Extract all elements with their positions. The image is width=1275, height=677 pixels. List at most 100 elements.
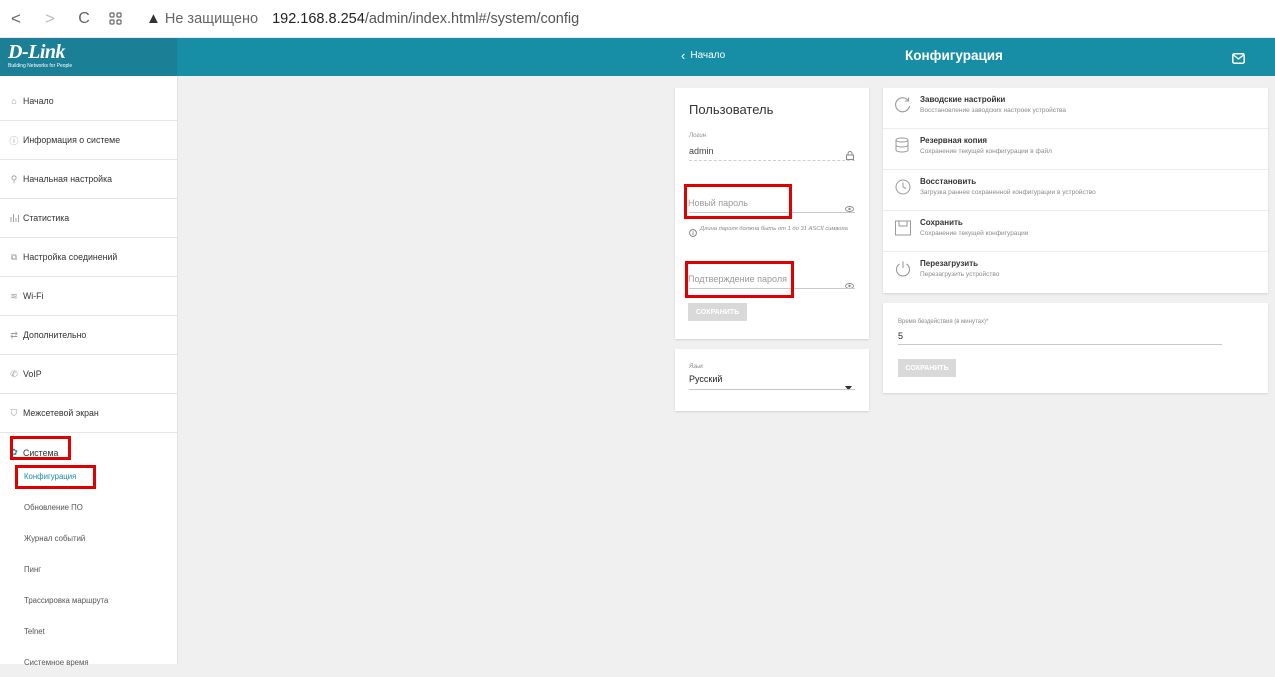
sidebar-item-statistics[interactable]: Статистика	[0, 199, 177, 238]
sidebar-subitem-configuration[interactable]: Конфигурация	[0, 461, 177, 491]
action-title: Заводские настройки	[920, 95, 1006, 104]
new-password-underline	[689, 212, 855, 213]
eye-icon[interactable]	[845, 276, 854, 294]
sidebar-item-system-info[interactable]: ⓘ Информация о системе	[0, 121, 177, 160]
sidebar-item-label: Начальная настройка	[23, 174, 113, 184]
sidebar-subitem-event-log[interactable]: Журнал событий	[0, 523, 177, 553]
idle-timeout-underline	[898, 344, 1222, 345]
sidebar-subitem-traceroute[interactable]: Трассировка маршрута	[0, 585, 177, 615]
power-icon	[894, 260, 912, 283]
action-desc: Сохранение текущей конфигурации	[920, 230, 1029, 237]
wand-icon: ⚲	[10, 173, 18, 184]
sidebar-item-home[interactable]: ⌂ Начало	[0, 82, 177, 121]
action-reboot[interactable]: Перезагрузить Перезагрузить устройство	[883, 252, 1268, 293]
user-panel-title: Пользователь	[689, 102, 774, 117]
login-value: admin	[689, 146, 714, 156]
idle-timeout-panel: Время бездействия (в минутах)* 5 СОХРАНИ…	[883, 303, 1268, 393]
shield-icon: ⛉	[10, 407, 18, 418]
action-desc: Перезагрузить устройство	[920, 271, 1000, 278]
connections-icon: ⧉	[10, 251, 18, 262]
info-icon: ⓘ	[9, 135, 19, 146]
back-to-home-link[interactable]: ‹ Начало	[681, 47, 726, 63]
new-password-input[interactable]: Новый пароль	[688, 198, 748, 208]
action-desc: Восстановление заводских настроек устрой…	[920, 107, 1066, 114]
language-select[interactable]: Русский	[689, 374, 722, 384]
action-title: Восстановить	[920, 177, 977, 186]
sidebar: ⌂ Начало ⓘ Информация о системе ⚲ Начальная…	[0, 76, 178, 667]
login-underline	[689, 160, 855, 161]
sliders-icon: ⇄	[10, 329, 18, 340]
mail-icon[interactable]	[1232, 51, 1245, 69]
url-host: 192.168.8.254	[272, 10, 365, 27]
sidebar-item-label: Межсетевой экран	[23, 408, 99, 418]
history-icon	[894, 178, 912, 201]
wifi-icon: ≋	[10, 290, 18, 301]
warning-icon: ▲	[146, 10, 161, 27]
idle-timeout-input[interactable]: 5	[898, 331, 903, 341]
sidebar-item-label: Настройка соединений	[23, 252, 118, 262]
user-panel: Пользователь Логин admin Новый пароль Дл…	[675, 88, 869, 339]
dropdown-arrow-icon[interactable]	[845, 378, 852, 396]
chevron-left-icon: ‹	[681, 47, 686, 63]
app-header: D-Link Building Networks for People ‹ На…	[0, 38, 1275, 76]
action-restore[interactable]: Восстановить Загрузка раннее сохраненной…	[883, 170, 1268, 211]
apps-grid-icon[interactable]	[102, 12, 128, 26]
back-link-label: Начало	[690, 50, 726, 61]
sidebar-item-label: Wi-Fi	[23, 291, 44, 301]
back-arrow-button[interactable]: <	[4, 9, 28, 29]
lock-icon	[846, 147, 854, 165]
gear-icon: ✿	[10, 447, 18, 457]
action-desc: Сохранение текущей конфигурации в файл	[920, 148, 1052, 155]
insecure-label: Не защищено	[164, 10, 259, 27]
language-panel: Язык Русский	[675, 349, 869, 411]
action-backup[interactable]: Резервная копия Сохранение текущей конфи…	[883, 129, 1268, 170]
forward-arrow-button[interactable]: >	[38, 9, 62, 29]
language-label: Язык	[689, 364, 704, 370]
action-desc: Загрузка раннее сохраненной конфигурации…	[920, 189, 1096, 196]
confirm-password-underline	[689, 288, 855, 289]
phone-icon: ✆	[10, 368, 18, 379]
sidebar-subitem-system-time[interactable]: Системное время	[0, 647, 177, 677]
sidebar-item-label: VoIP	[23, 369, 42, 379]
sidebar-item-firewall[interactable]: ⛉ Межсетевой экран	[0, 394, 177, 433]
sidebar-subitem-firmware-update[interactable]: Обновление ПО	[0, 492, 177, 522]
dlink-logo[interactable]: D-Link Building Networks for People	[0, 38, 177, 76]
sidebar-subitem-ping[interactable]: Пинг	[0, 554, 177, 584]
config-actions-panel: Заводские настройки Восстановление завод…	[883, 88, 1268, 293]
sidebar-item-label: Начало	[23, 96, 54, 106]
action-factory-reset[interactable]: Заводские настройки Восстановление завод…	[883, 88, 1268, 129]
action-title: Сохранить	[920, 218, 963, 227]
sidebar-item-advanced[interactable]: ⇄ Дополнительно	[0, 316, 177, 355]
action-title: Перезагрузить	[920, 259, 979, 268]
eye-icon[interactable]	[845, 199, 854, 217]
password-length-note: Длина пароля должна быть от 1 до 31 ASCI…	[700, 226, 848, 232]
browser-toolbar: < > C ▲ Не защищено 192.168.8.254/admin/…	[0, 0, 1275, 38]
sidebar-item-label: Информация о системе	[23, 135, 121, 145]
page-title: Конфигурация	[905, 48, 1003, 63]
bar-chart-icon	[8, 213, 20, 224]
sidebar-item-label: Дополнительно	[23, 330, 87, 340]
sidebar-item-connections[interactable]: ⧉ Настройка соединений	[0, 238, 177, 277]
sidebar-item-label: Статистика	[23, 213, 70, 223]
login-label: Логин	[689, 133, 707, 139]
url-path: /admin/index.html#/system/config	[364, 10, 580, 27]
save-idle-timeout-button[interactable]: СОХРАНИТЬ	[898, 359, 956, 377]
database-icon	[894, 137, 912, 160]
logo-tagline: Building Networks for People	[8, 63, 73, 69]
sidebar-subitem-telnet[interactable]: Telnet	[0, 616, 177, 646]
sidebar-item-wifi[interactable]: ≋ Wi-Fi	[0, 277, 177, 316]
confirm-password-input[interactable]: Подтверждение пароля	[688, 274, 787, 284]
reload-button[interactable]: C	[72, 10, 96, 28]
floppy-icon	[894, 219, 912, 242]
home-icon: ⌂	[11, 96, 17, 106]
sidebar-item-initial-setup[interactable]: ⚲ Начальная настройка	[0, 160, 177, 199]
sidebar-item-voip[interactable]: ✆ VoIP	[0, 355, 177, 394]
info-icon	[689, 224, 697, 242]
logo-name: D-Link	[8, 41, 66, 63]
sidebar-item-label: Система	[23, 447, 59, 458]
language-underline	[689, 389, 855, 390]
idle-timeout-label: Время бездействия (в минутах)*	[898, 319, 989, 325]
save-password-button[interactable]: СОХРАНИТЬ	[688, 303, 747, 321]
address-bar[interactable]: ▲ Не защищено 192.168.8.254/admin/index.…	[146, 10, 579, 27]
action-save-config[interactable]: Сохранить Сохранение текущей конфигураци…	[883, 211, 1268, 252]
